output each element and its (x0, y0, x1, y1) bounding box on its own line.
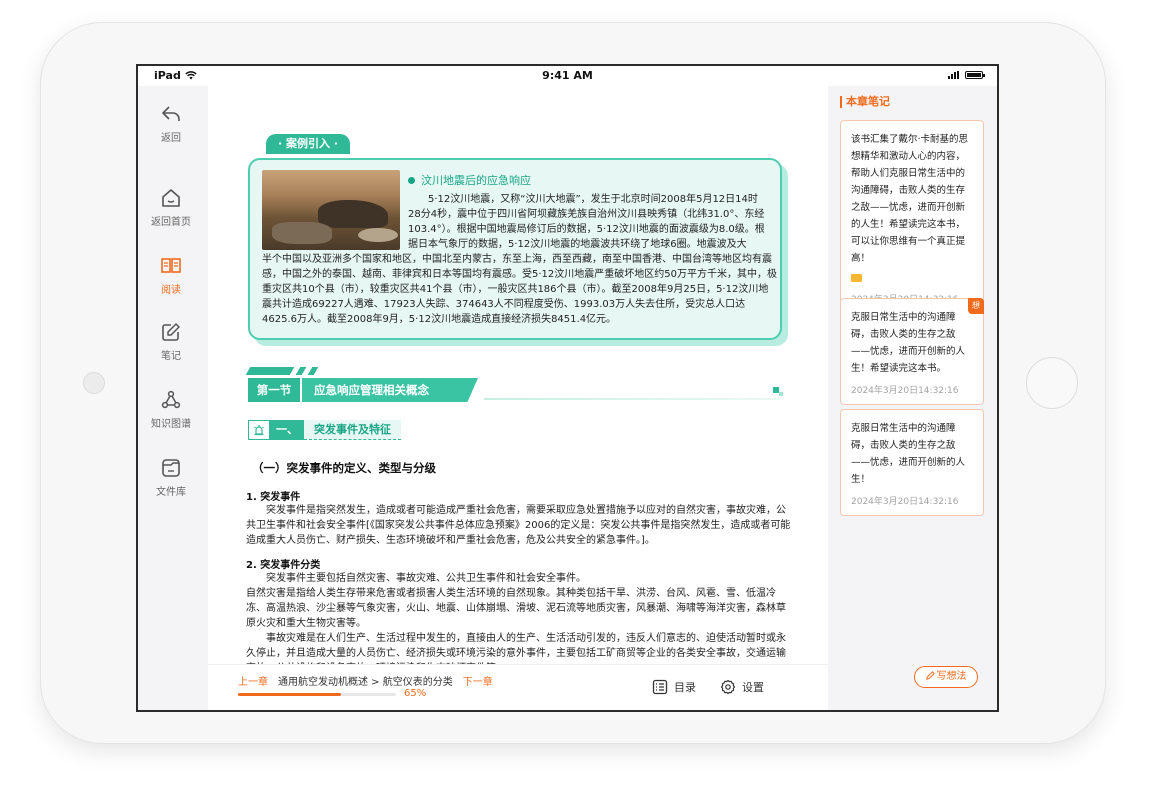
settings-label: 设置 (742, 681, 764, 694)
thought-badge: 想 (968, 298, 984, 314)
breadcrumb: 通用航空发动机概述 > 航空仪表的分类 (278, 677, 453, 688)
folder-icon (851, 274, 862, 282)
reading-progress-label: 65% (404, 688, 427, 699)
edit-note-icon (162, 323, 180, 341)
screen: iPad 9:41 AM 返回 返回首页 阅读 笔记 知识图谱 文件库 · 案例… (136, 64, 999, 712)
item2-title: 2. 突发事件分类 (246, 560, 321, 571)
case-intro-title-text: 汶川地震后的应急响应 (421, 174, 531, 187)
case-intro-tag: · 案例引入 · (266, 134, 351, 154)
case-intro-box: 汶川地震后的应急响应 5·12汶川地震，又称“汶川大地震”，发生于北京时间200… (248, 158, 782, 340)
home-button[interactable] (1026, 357, 1078, 409)
back-arrow-icon (162, 106, 180, 121)
nav-label-knowledge-graph: 知识图谱 (151, 419, 191, 430)
bullet-icon (408, 176, 415, 184)
notes-title: 本章笔记 (840, 96, 890, 108)
signal-icon (948, 71, 959, 79)
status-bar: iPad 9:41 AM (138, 66, 997, 86)
next-chapter-link[interactable]: 下一章 (463, 673, 493, 688)
subsection-number: 一、 (270, 420, 304, 440)
reading-progress-bar[interactable] (238, 693, 396, 696)
section-number: 第一节 (248, 378, 300, 402)
settings-button[interactable]: 设置 (720, 679, 764, 695)
note-text: 该书汇集了戴尔·卡耐基的思想精华和激动人心的内容，帮助人们克服日常生活中的沟通障… (851, 134, 969, 264)
notes-panel: 本章笔记 该书汇集了戴尔·卡耐基的思想精华和激动人心的内容，帮助人们克服日常生活… (832, 86, 997, 710)
toc-label: 目录 (674, 681, 696, 694)
item2-natural: 自然灾害是指给人类生存带来危害或者损害人类生活环境的自然现象。其种类包括干旱、洪… (246, 588, 786, 629)
note-card[interactable]: 该书汇集了戴尔·卡耐基的思想精华和激动人心的内容，帮助人们克服日常生活中的沟通障… (840, 120, 984, 314)
section-rule (484, 398, 780, 400)
reader-pane: · 案例引入 · 汶川地震后的应急响应 5·12汶川地震，又称“汶川大地震”，发… (208, 86, 828, 710)
note-text: 克服日常生活中的沟通障碍，击败人类的生存之敌——忧虑，进而开创新的人生！希望读完… (851, 312, 966, 374)
subsection-heading: 一、 突发事件及特征 (248, 420, 401, 440)
prev-chapter-link[interactable]: 上一章 (238, 673, 268, 688)
note-card[interactable]: 想 克服日常生活中的沟通障碍，击败人类的生存之敌——忧虑，进而开创新的人生！希望… (840, 298, 984, 405)
nav-file-library[interactable]: 文件库 (138, 458, 204, 498)
nav-label-notes: 笔记 (161, 351, 181, 362)
subsection-title: 突发事件及特征 (304, 420, 401, 440)
status-right (948, 71, 985, 79)
nav-home[interactable]: 返回首页 (138, 188, 204, 228)
note-card[interactable]: 克服日常生活中的沟通障碍，击败人类的生存之敌——忧虑，进而开创新的人生！ 202… (840, 409, 984, 516)
camera-icon (83, 372, 105, 394)
chapter-nav: 上一章 通用航空发动机概述 > 航空仪表的分类 下一章 (238, 673, 493, 688)
section-title: 应急响应管理相关概念 (302, 378, 478, 402)
toc-button[interactable]: 目录 (652, 679, 696, 695)
battery-icon (965, 71, 985, 79)
home-icon (162, 189, 180, 207)
note-text: 克服日常生活中的沟通障碍，击败人类的生存之敌——忧虑，进而开创新的人生！ (851, 423, 966, 485)
case-intro-text-bottom: 半个中国以及亚洲多个国家和地区，中国北至内蒙古，东至上海，西至西藏，南至中国香港… (262, 254, 777, 325)
nav-label-home: 返回首页 (151, 217, 191, 228)
reading-progress-fill (238, 693, 341, 696)
nav-knowledge-graph[interactable]: 知识图谱 (138, 390, 204, 430)
nav-read[interactable]: 阅读 (138, 256, 204, 296)
toc-icon (652, 679, 668, 695)
heading-3: （一）突发事件的定义、类型与分级 (252, 461, 436, 475)
section-dot-small (779, 392, 783, 396)
item2-accident: 事故灾难是在人们生产、生活过程中发生的，直接由人的生产、生活活动引发的，违反人们… (246, 633, 786, 664)
case-intro-text-top: 5·12汶川地震，又称“汶川大地震”，发生于北京时间2008年5月12日14时2… (408, 194, 765, 250)
reader-footer: 上一章 通用航空发动机概述 > 航空仪表的分类 下一章 65% 目录 设置 (208, 664, 828, 710)
note-time: 2024年3月20日14:32:16 (851, 497, 959, 507)
reader-content[interactable]: · 案例引入 · 汶川地震后的应急响应 5·12汶川地震，又称“汶川大地震”，发… (208, 86, 828, 664)
clock: 9:41 AM (542, 69, 593, 82)
book-icon (161, 258, 181, 273)
item2-lead: 突发事件主要包括自然灾害、事故灾难、公共卫生事件和社会安全事件。 (266, 573, 586, 584)
item1-title: 1. 突发事件 (246, 492, 301, 503)
write-thought-label: 写想法 (936, 671, 967, 682)
nav-label-read: 阅读 (161, 285, 181, 296)
file-library-icon (162, 459, 180, 477)
pen-icon (925, 671, 935, 680)
nav-back[interactable]: 返回 (138, 104, 204, 144)
item1-text: 突发事件是指突然发生，造成或者可能造成严重社会危害，需要采取应急处置措施予以应对… (246, 505, 791, 546)
earthquake-photo (262, 170, 400, 250)
note-time: 2024年3月20日14:32:16 (851, 386, 959, 396)
sidebar: 返回 返回首页 阅读 笔记 知识图谱 文件库 (138, 86, 204, 710)
alarm-icon (248, 420, 270, 440)
case-intro-title: 汶川地震后的应急响应 (408, 172, 531, 188)
gear-icon (720, 679, 736, 695)
section-heading: 第一节 应急响应管理相关概念 (248, 378, 484, 402)
section-decoration (245, 367, 351, 375)
nav-notes[interactable]: 笔记 (138, 322, 204, 362)
write-thought-button[interactable]: 写想法 (914, 666, 978, 688)
nav-label-file-library: 文件库 (156, 487, 186, 498)
knowledge-graph-icon (161, 390, 181, 409)
nav-label-back: 返回 (161, 133, 181, 144)
